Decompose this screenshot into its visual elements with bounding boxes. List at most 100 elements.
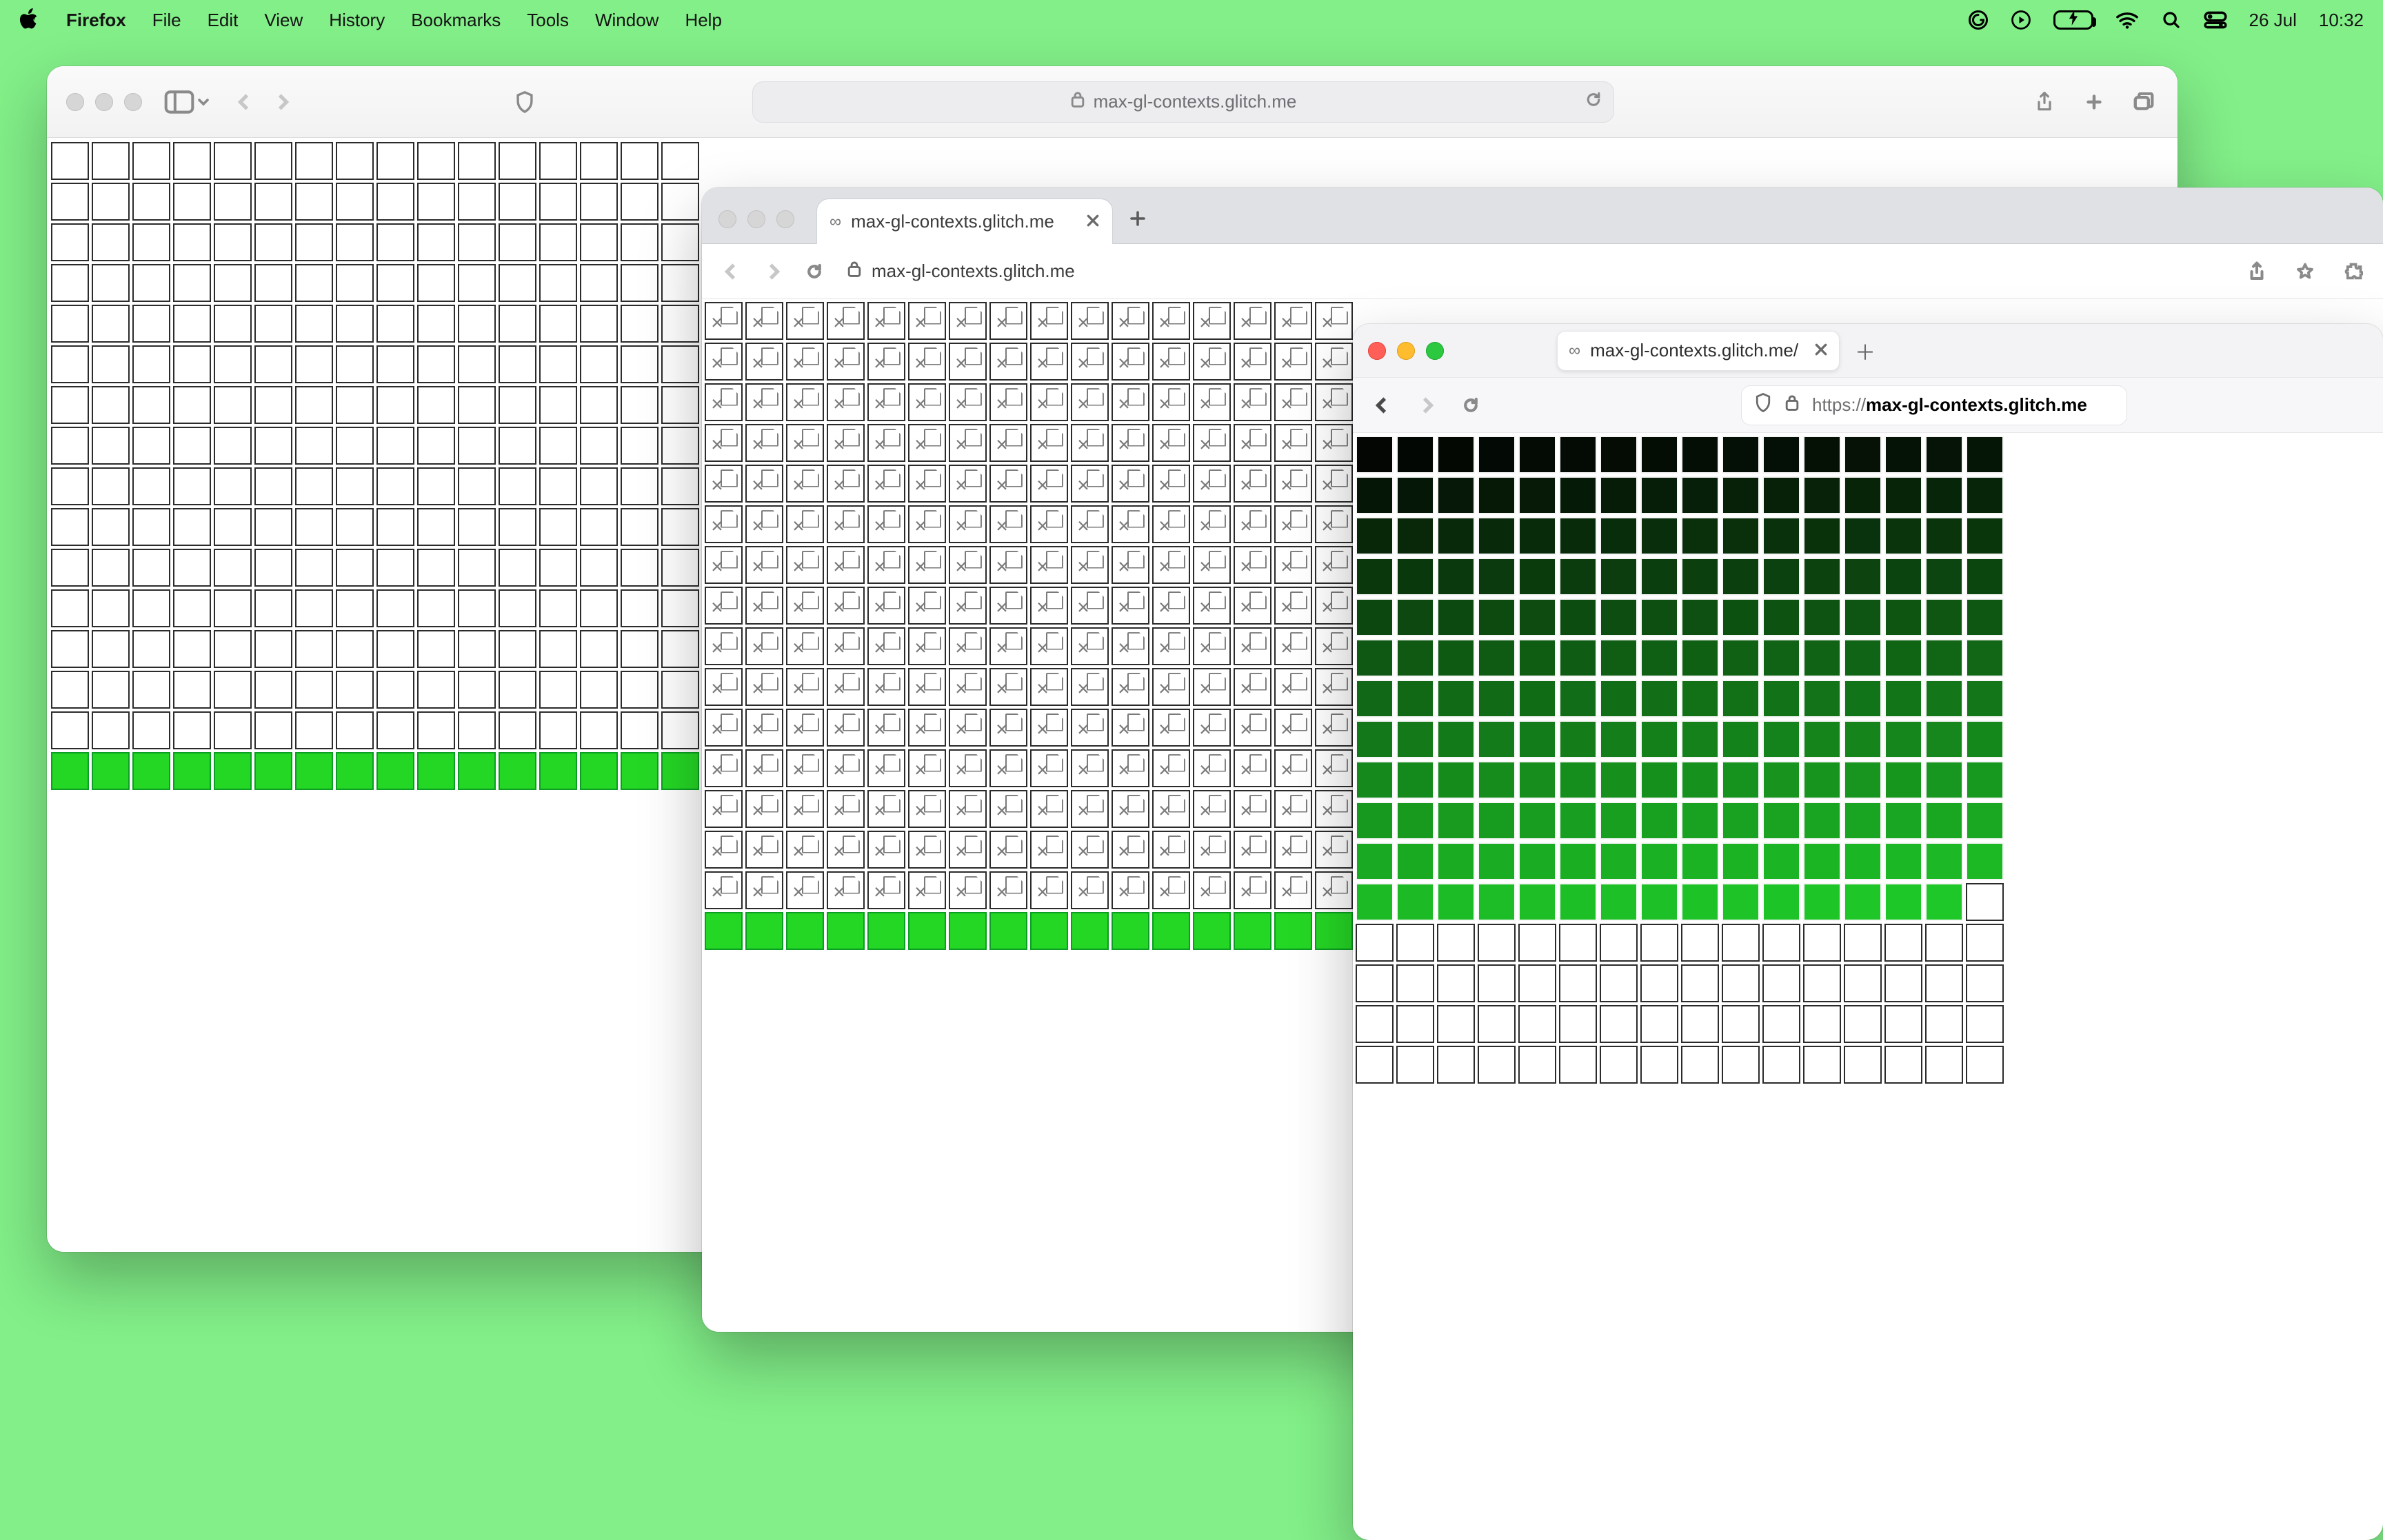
grid-cell [336, 223, 374, 261]
grid-cell [1071, 587, 1109, 625]
tracking-protection-shield-icon[interactable] [1754, 392, 1772, 418]
grid-cell [1640, 517, 1678, 555]
grid-cell [621, 508, 658, 546]
grid-cell [1315, 465, 1353, 503]
grid-cell [1884, 1005, 1922, 1043]
share-icon[interactable] [2242, 257, 2271, 286]
menubar-item-window[interactable]: Window [595, 10, 658, 31]
close-tab-icon[interactable] [1086, 211, 1100, 232]
new-tab-icon[interactable] [2080, 88, 2109, 116]
close-dot[interactable] [718, 210, 736, 228]
menubar-item-history[interactable]: History [329, 10, 385, 31]
menubar-time[interactable]: 10:32 [2319, 10, 2364, 31]
zoom-dot[interactable] [776, 210, 794, 228]
extensions-icon[interactable] [2339, 257, 2368, 286]
firefox-address-field[interactable]: https://max-gl-contexts.glitch.me [1741, 385, 2127, 425]
grid-cell [1478, 680, 1516, 718]
media-play-icon[interactable] [2011, 10, 2031, 30]
grid-cell [1396, 598, 1434, 636]
menubar-item-edit[interactable]: Edit [208, 10, 239, 31]
grid-cell [786, 627, 824, 665]
grid-cell [1356, 842, 1394, 880]
grid-cell [949, 343, 987, 381]
menubar-item-file[interactable]: File [152, 10, 181, 31]
grid-cell [1762, 517, 1800, 555]
zoom-dot[interactable] [124, 93, 142, 111]
shield-icon[interactable] [510, 88, 539, 116]
close-tab-icon[interactable] [1814, 340, 1828, 361]
safari-traffic-lights[interactable] [66, 93, 142, 111]
share-icon[interactable] [2030, 88, 2059, 116]
control-center-icon[interactable] [2204, 11, 2227, 29]
reload-button[interactable] [800, 257, 829, 286]
grid-cell [1966, 639, 2004, 677]
grid-cell [1518, 517, 1556, 555]
grid-cell [1478, 761, 1516, 799]
safari-sidebar-button[interactable] [164, 90, 210, 114]
grid-cell [1274, 546, 1312, 584]
safari-address-field[interactable]: max-gl-contexts.glitch.me [752, 81, 1614, 123]
forward-button[interactable] [268, 88, 296, 116]
grid-cell [1925, 639, 1963, 677]
menubar-item-view[interactable]: View [264, 10, 303, 31]
chrome-traffic-lights[interactable] [718, 210, 794, 228]
grid-cell [1356, 1005, 1394, 1043]
menubar-date[interactable]: 26 Jul [2249, 10, 2297, 31]
grid-cell [1274, 383, 1312, 421]
minimize-dot[interactable] [95, 93, 113, 111]
chrome-tab-active[interactable]: ∞ max-gl-contexts.glitch.me [816, 199, 1113, 244]
grid-cell [1112, 749, 1149, 787]
reload-icon[interactable] [1585, 90, 1602, 113]
menubar-app-name[interactable]: Firefox [66, 10, 126, 31]
apple-icon[interactable] [19, 8, 40, 32]
tabs-overview-icon[interactable] [2129, 88, 2158, 116]
grid-cell [1681, 842, 1719, 880]
firefox-content [1353, 433, 2383, 1086]
close-dot[interactable] [1368, 342, 1386, 360]
chrome-tab-title: max-gl-contexts.glitch.me [851, 211, 1054, 232]
grid-cell [132, 264, 170, 302]
grid-cell [1600, 1005, 1638, 1043]
battery-icon[interactable] [2053, 10, 2093, 30]
firefox-tab-title: max-gl-contexts.glitch.me/ [1590, 340, 1798, 361]
minimize-dot[interactable] [1397, 342, 1415, 360]
grid-cell [254, 630, 292, 668]
grid-cell [1640, 436, 1678, 474]
grid-cell [336, 671, 374, 709]
menubar-item-tools[interactable]: Tools [527, 10, 569, 31]
new-tab-button[interactable]: ＋ [1855, 336, 1876, 366]
grid-cell [1396, 924, 1434, 962]
spotlight-search-icon[interactable] [2161, 10, 2182, 30]
firefox-traffic-lights[interactable] [1368, 342, 1444, 360]
reload-button[interactable] [1456, 391, 1485, 420]
grid-cell [1315, 912, 1353, 950]
wifi-icon[interactable] [2115, 11, 2139, 29]
menubar-item-help[interactable]: Help [685, 10, 721, 31]
grid-cell [1112, 505, 1149, 543]
grid-cell [745, 668, 783, 706]
grid-cell [1518, 964, 1556, 1002]
grid-cell [1112, 465, 1149, 503]
back-button[interactable] [717, 257, 746, 286]
new-tab-button[interactable] [1123, 203, 1153, 234]
grid-cell [1518, 802, 1556, 840]
grid-cell [1559, 924, 1597, 962]
grid-cell [51, 345, 89, 383]
grid-cell [1518, 598, 1556, 636]
forward-button[interactable] [758, 257, 787, 286]
bookmark-star-icon[interactable] [2291, 257, 2320, 286]
grammarly-icon[interactable] [1968, 10, 1989, 30]
forward-button[interactable] [1412, 391, 1441, 420]
minimize-dot[interactable] [747, 210, 765, 228]
back-button[interactable] [230, 88, 259, 116]
zoom-dot[interactable] [1426, 342, 1444, 360]
grid-cell [417, 630, 455, 668]
grid-cell [705, 668, 743, 706]
grid-cell [214, 427, 252, 465]
firefox-tab-active[interactable]: ∞ max-gl-contexts.glitch.me/ [1557, 331, 1840, 371]
menubar-item-bookmarks[interactable]: Bookmarks [411, 10, 501, 31]
grid-cell [1112, 383, 1149, 421]
close-dot[interactable] [66, 93, 84, 111]
back-button[interactable] [1368, 391, 1397, 420]
chrome-address-field[interactable]: max-gl-contexts.glitch.me [847, 260, 1075, 283]
